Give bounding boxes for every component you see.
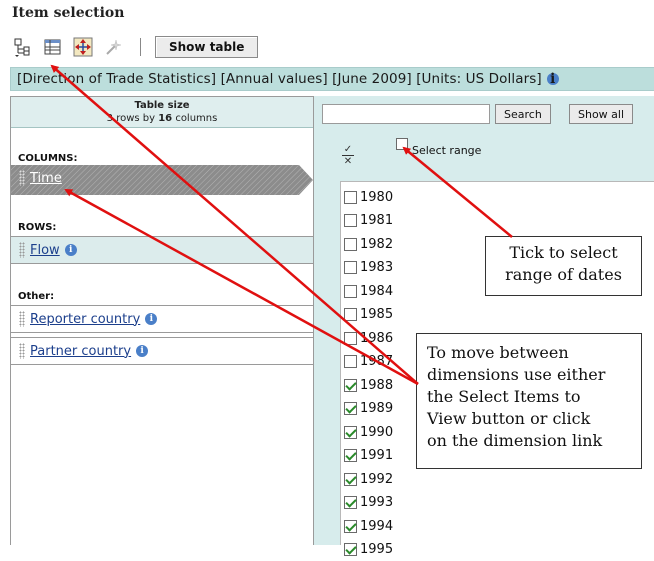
- year-item[interactable]: 1985: [344, 304, 393, 326]
- year-checkbox[interactable]: [344, 519, 357, 533]
- year-label: 1986: [360, 330, 394, 346]
- search-button[interactable]: Search: [495, 104, 551, 124]
- year-checkbox[interactable]: [344, 308, 357, 321]
- year-label: 1995: [360, 542, 394, 557]
- year-checkbox[interactable]: [344, 331, 357, 345]
- year-item[interactable]: 1988: [344, 374, 393, 396]
- columns-section-label: COLUMNS:: [18, 153, 78, 164]
- table-layout-icon[interactable]: [42, 36, 64, 58]
- year-label: 1985: [360, 307, 394, 322]
- callout-dims-line: To move between: [427, 343, 569, 362]
- year-checkbox[interactable]: [344, 496, 357, 509]
- breadcrumb: [Direction of Trade Statistics] [Annual …: [10, 67, 654, 91]
- year-checkbox[interactable]: [344, 355, 357, 368]
- table-size-title: Table size: [134, 100, 190, 111]
- year-checkbox[interactable]: [344, 190, 357, 204]
- drag-handle-icon[interactable]: [19, 170, 25, 186]
- year-label: 1983: [360, 260, 394, 275]
- year-label: 1988: [360, 377, 394, 393]
- select-all-toggle[interactable]: ✓ ✕: [342, 144, 354, 168]
- toolbar-divider: [140, 38, 141, 56]
- dimension-time[interactable]: Time: [11, 164, 313, 196]
- info-icon[interactable]: i: [64, 244, 77, 256]
- year-label: 1984: [360, 283, 394, 299]
- year-label: 1994: [360, 518, 394, 534]
- info-icon[interactable]: i: [145, 313, 158, 325]
- year-item[interactable]: 1995: [344, 539, 393, 561]
- table-size-value: 3 rows by 16 columns: [106, 113, 218, 124]
- year-label: 1987: [360, 354, 394, 369]
- breadcrumb-text: [Direction of Trade Statistics] [Annual …: [17, 71, 542, 87]
- other-section-label: Other:: [18, 291, 55, 302]
- year-label: 1981: [360, 213, 394, 228]
- dimension-panel: Table size 3 rows by 16 columns COLUMNS:…: [10, 96, 314, 545]
- select-range-checkbox[interactable]: [396, 138, 408, 150]
- callout-dims-line: View button or click: [427, 409, 591, 428]
- year-item[interactable]: 1983: [344, 257, 393, 279]
- uncheck-all-icon[interactable]: ✕: [342, 156, 354, 167]
- year-label: 1991: [360, 448, 394, 463]
- year-item[interactable]: 1993: [344, 492, 393, 514]
- callout-dims-line: the Select Items to: [427, 387, 581, 406]
- year-checkbox[interactable]: [344, 402, 357, 415]
- select-items-icon[interactable]: [12, 36, 34, 58]
- dimension-flow[interactable]: Flow i: [11, 236, 313, 264]
- year-label: 1980: [360, 189, 394, 205]
- page-title: Item selection: [12, 5, 125, 21]
- dimension-link-partner-country[interactable]: Partner country: [30, 344, 131, 359]
- year-checkbox[interactable]: [344, 261, 357, 274]
- info-icon[interactable]: i: [136, 345, 149, 357]
- callout-range: Tick to select range of dates: [485, 236, 642, 296]
- year-checkbox[interactable]: [344, 425, 357, 439]
- year-label: 1989: [360, 401, 394, 416]
- year-item[interactable]: 1981: [344, 210, 393, 232]
- rotate-icon[interactable]: [72, 36, 94, 58]
- dimension-link-time[interactable]: Time: [30, 171, 62, 186]
- year-checkbox[interactable]: [344, 237, 357, 251]
- year-item[interactable]: 1982: [344, 233, 393, 255]
- dimension-link-reporter-country[interactable]: Reporter country: [30, 312, 140, 327]
- year-checkbox[interactable]: [344, 214, 357, 227]
- wand-icon[interactable]: [102, 36, 124, 58]
- year-label: 1993: [360, 495, 394, 510]
- year-label: 1982: [360, 236, 394, 252]
- item-panel: Search Show all ✓ ✕ Select range 1980 198…: [314, 96, 654, 557]
- year-item[interactable]: 1987: [344, 351, 393, 373]
- callout-dimensions: To move between dimensions use either th…: [416, 333, 642, 469]
- dimension-reporter-country[interactable]: Reporter country i: [11, 305, 313, 333]
- show-all-button[interactable]: Show all: [569, 104, 634, 124]
- info-icon[interactable]: i: [546, 71, 559, 87]
- show-table-button[interactable]: Show table: [155, 36, 259, 58]
- year-item[interactable]: 1991: [344, 445, 393, 467]
- rows-section-label: ROWS:: [18, 222, 57, 233]
- year-item[interactable]: 1989: [344, 398, 393, 420]
- year-item[interactable]: 1986: [344, 327, 393, 349]
- year-item[interactable]: 1990: [344, 421, 393, 443]
- year-label: 1990: [360, 424, 394, 440]
- table-size-box: Table size 3 rows by 16 columns: [11, 97, 313, 128]
- year-item[interactable]: 1984: [344, 280, 393, 302]
- drag-handle-icon[interactable]: [19, 242, 25, 258]
- search-input[interactable]: [322, 104, 490, 124]
- dimension-partner-country[interactable]: Partner country i: [11, 337, 313, 365]
- callout-dims-line: on the dimension link: [427, 431, 603, 450]
- drag-handle-icon[interactable]: [19, 311, 25, 327]
- callout-range-line: range of dates: [505, 265, 622, 284]
- drag-handle-icon[interactable]: [19, 343, 25, 359]
- callout-range-line: Tick to select: [509, 243, 618, 262]
- check-all-icon[interactable]: ✓: [342, 144, 354, 156]
- toolbar: Show table: [12, 34, 654, 60]
- year-checkbox[interactable]: [344, 472, 357, 486]
- year-checkbox[interactable]: [344, 449, 357, 462]
- callout-dims-line: dimensions use either: [427, 365, 606, 384]
- year-item[interactable]: 1994: [344, 515, 393, 537]
- year-checkbox[interactable]: [344, 378, 357, 392]
- year-item[interactable]: 1992: [344, 468, 393, 490]
- select-range-label: Select range: [412, 144, 482, 157]
- year-checkbox[interactable]: [344, 284, 357, 298]
- year-item[interactable]: 1980: [344, 186, 393, 208]
- dimension-link-flow[interactable]: Flow: [30, 243, 60, 258]
- year-label: 1992: [360, 471, 394, 487]
